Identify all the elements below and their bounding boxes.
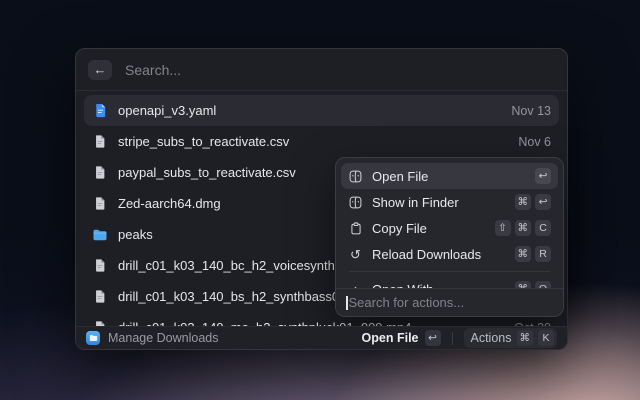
search-input[interactable] [123, 61, 555, 79]
document-file-icon [92, 289, 108, 305]
shortcut-keys: ⇧ ⌘ C [495, 220, 552, 236]
menu-item-copy-file[interactable]: Copy File ⇧ ⌘ C [341, 215, 558, 241]
menu-item-label: Open File [372, 169, 428, 184]
back-arrow-icon: ← [94, 63, 107, 76]
back-button[interactable]: ← [88, 60, 112, 80]
key-command: ⌘ [515, 220, 532, 236]
reload-icon: ↺ [348, 247, 363, 262]
file-row-stripe-csv[interactable]: stripe_subs_to_reactivate.csv Nov 6 [84, 126, 559, 157]
actions-label: Actions [471, 331, 512, 345]
footer-bar: Manage Downloads Open File ↩ Actions ⌘ K [76, 326, 567, 349]
file-date: Nov 13 [511, 104, 551, 118]
file-name: Zed-aarch64.dmg [118, 196, 221, 211]
search-bar: ← [76, 49, 567, 91]
menu-item-label: Show in Finder [372, 195, 459, 210]
document-file-icon [92, 196, 108, 212]
file-row-openapi[interactable]: openapi_v3.yaml Nov 13 [84, 95, 559, 126]
menu-item-open-file[interactable]: Open File ↩ [341, 163, 558, 189]
key-return: ↩ [425, 330, 441, 346]
shortcut-keys: ↩ [535, 168, 551, 184]
clipboard-icon [348, 221, 363, 236]
key-command: ⌘ [515, 246, 532, 262]
primary-action-label[interactable]: Open File [362, 331, 419, 345]
file-name: openapi_v3.yaml [118, 103, 216, 118]
launcher-window: ← openapi_v3.yaml Nov 13 stripe_subs_to_… [75, 48, 568, 350]
action-menu: Open File ↩ Show in Finder ⌘ ↩ [335, 157, 564, 317]
document-file-icon [92, 258, 108, 274]
key-command: ⌘ [515, 194, 532, 210]
menu-item-label: Reload Downloads [372, 247, 481, 262]
key-r: R [535, 246, 551, 262]
finder-icon [348, 195, 363, 210]
key-return: ↩ [535, 168, 551, 184]
actions-search-placeholder: Search for actions... [349, 295, 465, 310]
document-file-icon [92, 165, 108, 181]
key-shift: ⇧ [495, 220, 511, 236]
file-name: peaks [118, 227, 153, 242]
key-k: K [538, 330, 554, 346]
menu-item-show-in-finder[interactable]: Show in Finder ⌘ ↩ [341, 189, 558, 215]
file-date: Nov 6 [518, 135, 551, 149]
actions-button[interactable]: Actions ⌘ K [464, 328, 558, 348]
action-menu-items: Open File ↩ Show in Finder ⌘ ↩ [336, 158, 563, 307]
document-file-icon [92, 134, 108, 150]
key-c: C [535, 220, 551, 236]
footer-divider [452, 332, 453, 345]
text-cursor [346, 296, 348, 310]
menu-item-label: Copy File [372, 221, 427, 236]
shortcut-keys: ⌘ ↩ [515, 194, 552, 210]
file-name: stripe_subs_to_reactivate.csv [118, 134, 289, 149]
key-command: ⌘ [517, 330, 534, 346]
file-name: paypal_subs_to_reactivate.csv [118, 165, 296, 180]
finder-icon [348, 169, 363, 184]
yaml-file-icon [92, 103, 108, 119]
menu-divider [349, 271, 550, 272]
folder-icon [92, 227, 108, 243]
menu-item-reload-downloads[interactable]: ↺ Reload Downloads ⌘ R [341, 241, 558, 267]
shortcut-keys: ⌘ R [515, 246, 552, 262]
manage-downloads-app-icon [86, 331, 100, 345]
key-return: ↩ [535, 194, 551, 210]
footer-actions: Open File ↩ Actions ⌘ K [362, 328, 557, 348]
app-label: Manage Downloads [108, 331, 219, 345]
actions-search-input[interactable]: Search for actions... [336, 288, 563, 316]
